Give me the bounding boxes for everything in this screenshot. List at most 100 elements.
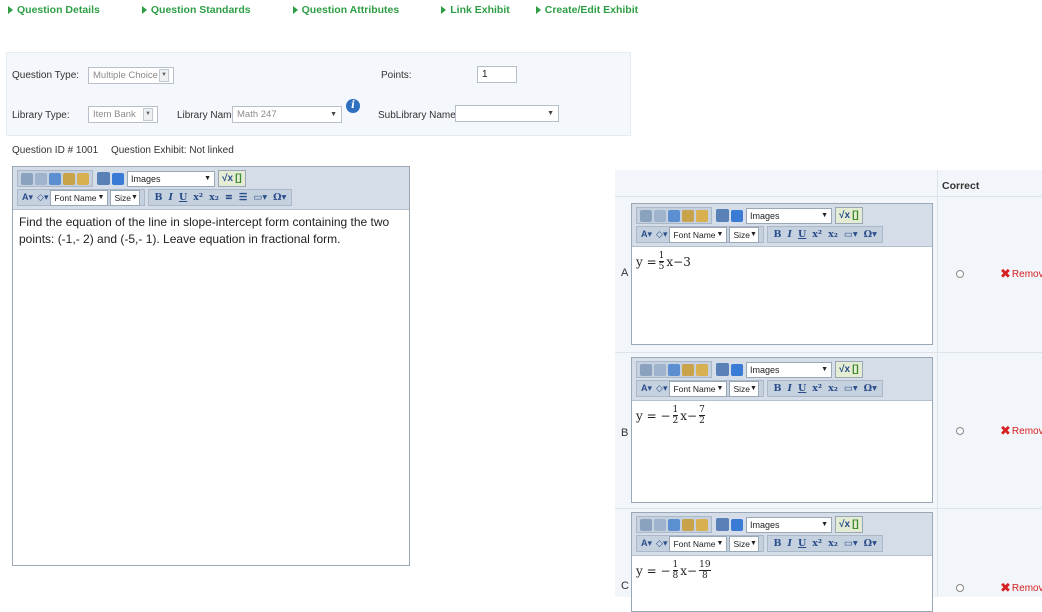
superscript-icon[interactable]: x² xyxy=(193,192,203,203)
paste-text-icon[interactable] xyxy=(696,209,708,222)
math-editor-button[interactable]: √x[] xyxy=(835,516,863,533)
size-dropdown[interactable]: Size ▼ xyxy=(729,380,760,397)
table-icon[interactable] xyxy=(716,363,729,376)
image-manager-icon[interactable] xyxy=(112,172,124,185)
size-dropdown[interactable]: Size ▼ xyxy=(729,226,760,243)
insert-box-icon[interactable]: ▭▾ xyxy=(253,192,267,203)
font-name-dropdown[interactable]: Font Name ▼ xyxy=(669,535,728,552)
answer-equation[interactable]: y = − 18 x− 19 8 xyxy=(632,556,932,585)
paste-icon[interactable] xyxy=(63,172,75,185)
points-input[interactable]: 1 xyxy=(477,66,517,83)
font-color-icon[interactable]: A▾ xyxy=(641,383,652,394)
paste-icon[interactable] xyxy=(682,209,694,222)
subscript-icon[interactable]: x₂ xyxy=(828,229,838,240)
size-dropdown[interactable]: Size ▼ xyxy=(110,189,141,206)
images-dropdown[interactable]: Images ▼ xyxy=(746,516,832,533)
answer-equation[interactable]: y = 15 x−3 xyxy=(632,247,932,276)
library-type-select[interactable]: Item Bank ▼ xyxy=(88,106,158,123)
copy-icon[interactable] xyxy=(668,209,680,222)
bold-icon[interactable]: B xyxy=(154,192,162,203)
tab-question-details[interactable]: Question Details xyxy=(8,4,100,16)
remove-answer-button[interactable]: ✖ Remov xyxy=(1000,423,1042,439)
italic-icon[interactable]: I xyxy=(788,229,792,240)
bold-icon[interactable]: B xyxy=(773,538,781,549)
table-icon[interactable] xyxy=(716,209,729,222)
image-manager-icon[interactable] xyxy=(731,518,743,531)
highlight-color-icon[interactable]: ◇▾ xyxy=(37,192,48,203)
tab-question-standards[interactable]: Question Standards xyxy=(141,4,251,16)
cut-icon[interactable] xyxy=(654,363,666,376)
math-editor-button[interactable]: √x[] xyxy=(835,207,863,224)
answer-equation[interactable]: y = − 12 x− 72 xyxy=(632,401,932,430)
font-color-icon[interactable]: A▾ xyxy=(641,229,652,240)
cut-icon[interactable] xyxy=(35,172,47,185)
paste-icon[interactable] xyxy=(682,363,694,376)
special-char-icon[interactable]: Ω▾ xyxy=(864,538,877,549)
bold-icon[interactable]: B xyxy=(773,229,781,240)
copy-icon[interactable] xyxy=(668,363,680,376)
cut-icon[interactable] xyxy=(654,518,666,531)
font-name-dropdown[interactable]: Font Name ▼ xyxy=(50,189,109,206)
font-name-dropdown[interactable]: Font Name ▼ xyxy=(669,380,728,397)
highlight-color-icon[interactable]: ◇▾ xyxy=(656,229,667,240)
cut-icon[interactable] xyxy=(654,209,666,222)
underline-icon[interactable]: U xyxy=(798,383,806,394)
special-char-icon[interactable]: Ω▾ xyxy=(864,383,877,394)
special-char-icon[interactable]: Ω▾ xyxy=(273,192,286,203)
superscript-icon[interactable]: x² xyxy=(812,538,822,549)
table-icon[interactable] xyxy=(716,518,729,531)
insert-box-icon[interactable]: ▭▾ xyxy=(844,229,858,240)
highlight-color-icon[interactable]: ◇▾ xyxy=(656,383,667,394)
table-icon[interactable] xyxy=(97,172,110,185)
copy-icon[interactable] xyxy=(668,518,680,531)
superscript-icon[interactable]: x² xyxy=(812,383,822,394)
italic-icon[interactable]: I xyxy=(788,383,792,394)
insert-box-icon[interactable]: ▭▾ xyxy=(844,383,858,394)
paste-icon[interactable] xyxy=(682,518,694,531)
font-name-dropdown[interactable]: Font Name ▼ xyxy=(669,226,728,243)
subscript-icon[interactable]: x₂ xyxy=(209,192,219,203)
font-color-icon[interactable]: A▾ xyxy=(22,192,33,203)
undo-icon[interactable] xyxy=(640,209,652,222)
bulleted-list-icon[interactable]: ☰ xyxy=(239,192,248,203)
remove-answer-button[interactable]: ✖ Remov xyxy=(1000,580,1042,596)
tab-create-edit-exhibit[interactable]: Create/Edit Exhibit xyxy=(535,4,638,16)
question-type-select[interactable]: Multiple Choice ▼ xyxy=(88,67,174,84)
math-editor-button[interactable]: √x[] xyxy=(835,361,863,378)
italic-icon[interactable]: I xyxy=(169,192,173,203)
images-dropdown[interactable]: Images ▼ xyxy=(746,207,832,224)
tab-link-exhibit[interactable]: Link Exhibit xyxy=(441,4,510,16)
italic-icon[interactable]: I xyxy=(788,538,792,549)
size-dropdown[interactable]: Size ▼ xyxy=(729,535,760,552)
underline-icon[interactable]: U xyxy=(179,192,187,203)
correct-radio[interactable] xyxy=(956,584,964,592)
undo-icon[interactable] xyxy=(640,363,652,376)
highlight-color-icon[interactable]: ◇▾ xyxy=(656,538,667,549)
correct-radio[interactable] xyxy=(956,270,964,278)
paste-text-icon[interactable] xyxy=(696,363,708,376)
library-name-select[interactable]: Math 247 ▼ xyxy=(232,106,342,123)
subscript-icon[interactable]: x₂ xyxy=(828,538,838,549)
images-dropdown[interactable]: Images ▼ xyxy=(127,170,215,187)
superscript-icon[interactable]: x² xyxy=(812,229,822,240)
tab-question-attributes[interactable]: Question Attributes xyxy=(292,4,399,16)
remove-answer-button[interactable]: ✖ Remov xyxy=(1000,266,1042,282)
numbered-list-icon[interactable]: ≡ xyxy=(225,192,233,203)
undo-icon[interactable] xyxy=(21,172,33,185)
copy-icon[interactable] xyxy=(49,172,61,185)
paste-text-icon[interactable] xyxy=(77,172,89,185)
paste-text-icon[interactable] xyxy=(696,518,708,531)
question-text[interactable]: Find the equation of the line in slope-i… xyxy=(13,210,409,252)
underline-icon[interactable]: U xyxy=(798,229,806,240)
special-char-icon[interactable]: Ω▾ xyxy=(864,229,877,240)
subscript-icon[interactable]: x₂ xyxy=(828,383,838,394)
image-manager-icon[interactable] xyxy=(731,209,743,222)
correct-radio[interactable] xyxy=(956,427,964,435)
insert-box-icon[interactable]: ▭▾ xyxy=(844,538,858,549)
font-color-icon[interactable]: A▾ xyxy=(641,538,652,549)
info-icon[interactable]: i xyxy=(346,99,360,113)
underline-icon[interactable]: U xyxy=(798,538,806,549)
undo-icon[interactable] xyxy=(640,518,652,531)
image-manager-icon[interactable] xyxy=(731,363,743,376)
bold-icon[interactable]: B xyxy=(773,383,781,394)
